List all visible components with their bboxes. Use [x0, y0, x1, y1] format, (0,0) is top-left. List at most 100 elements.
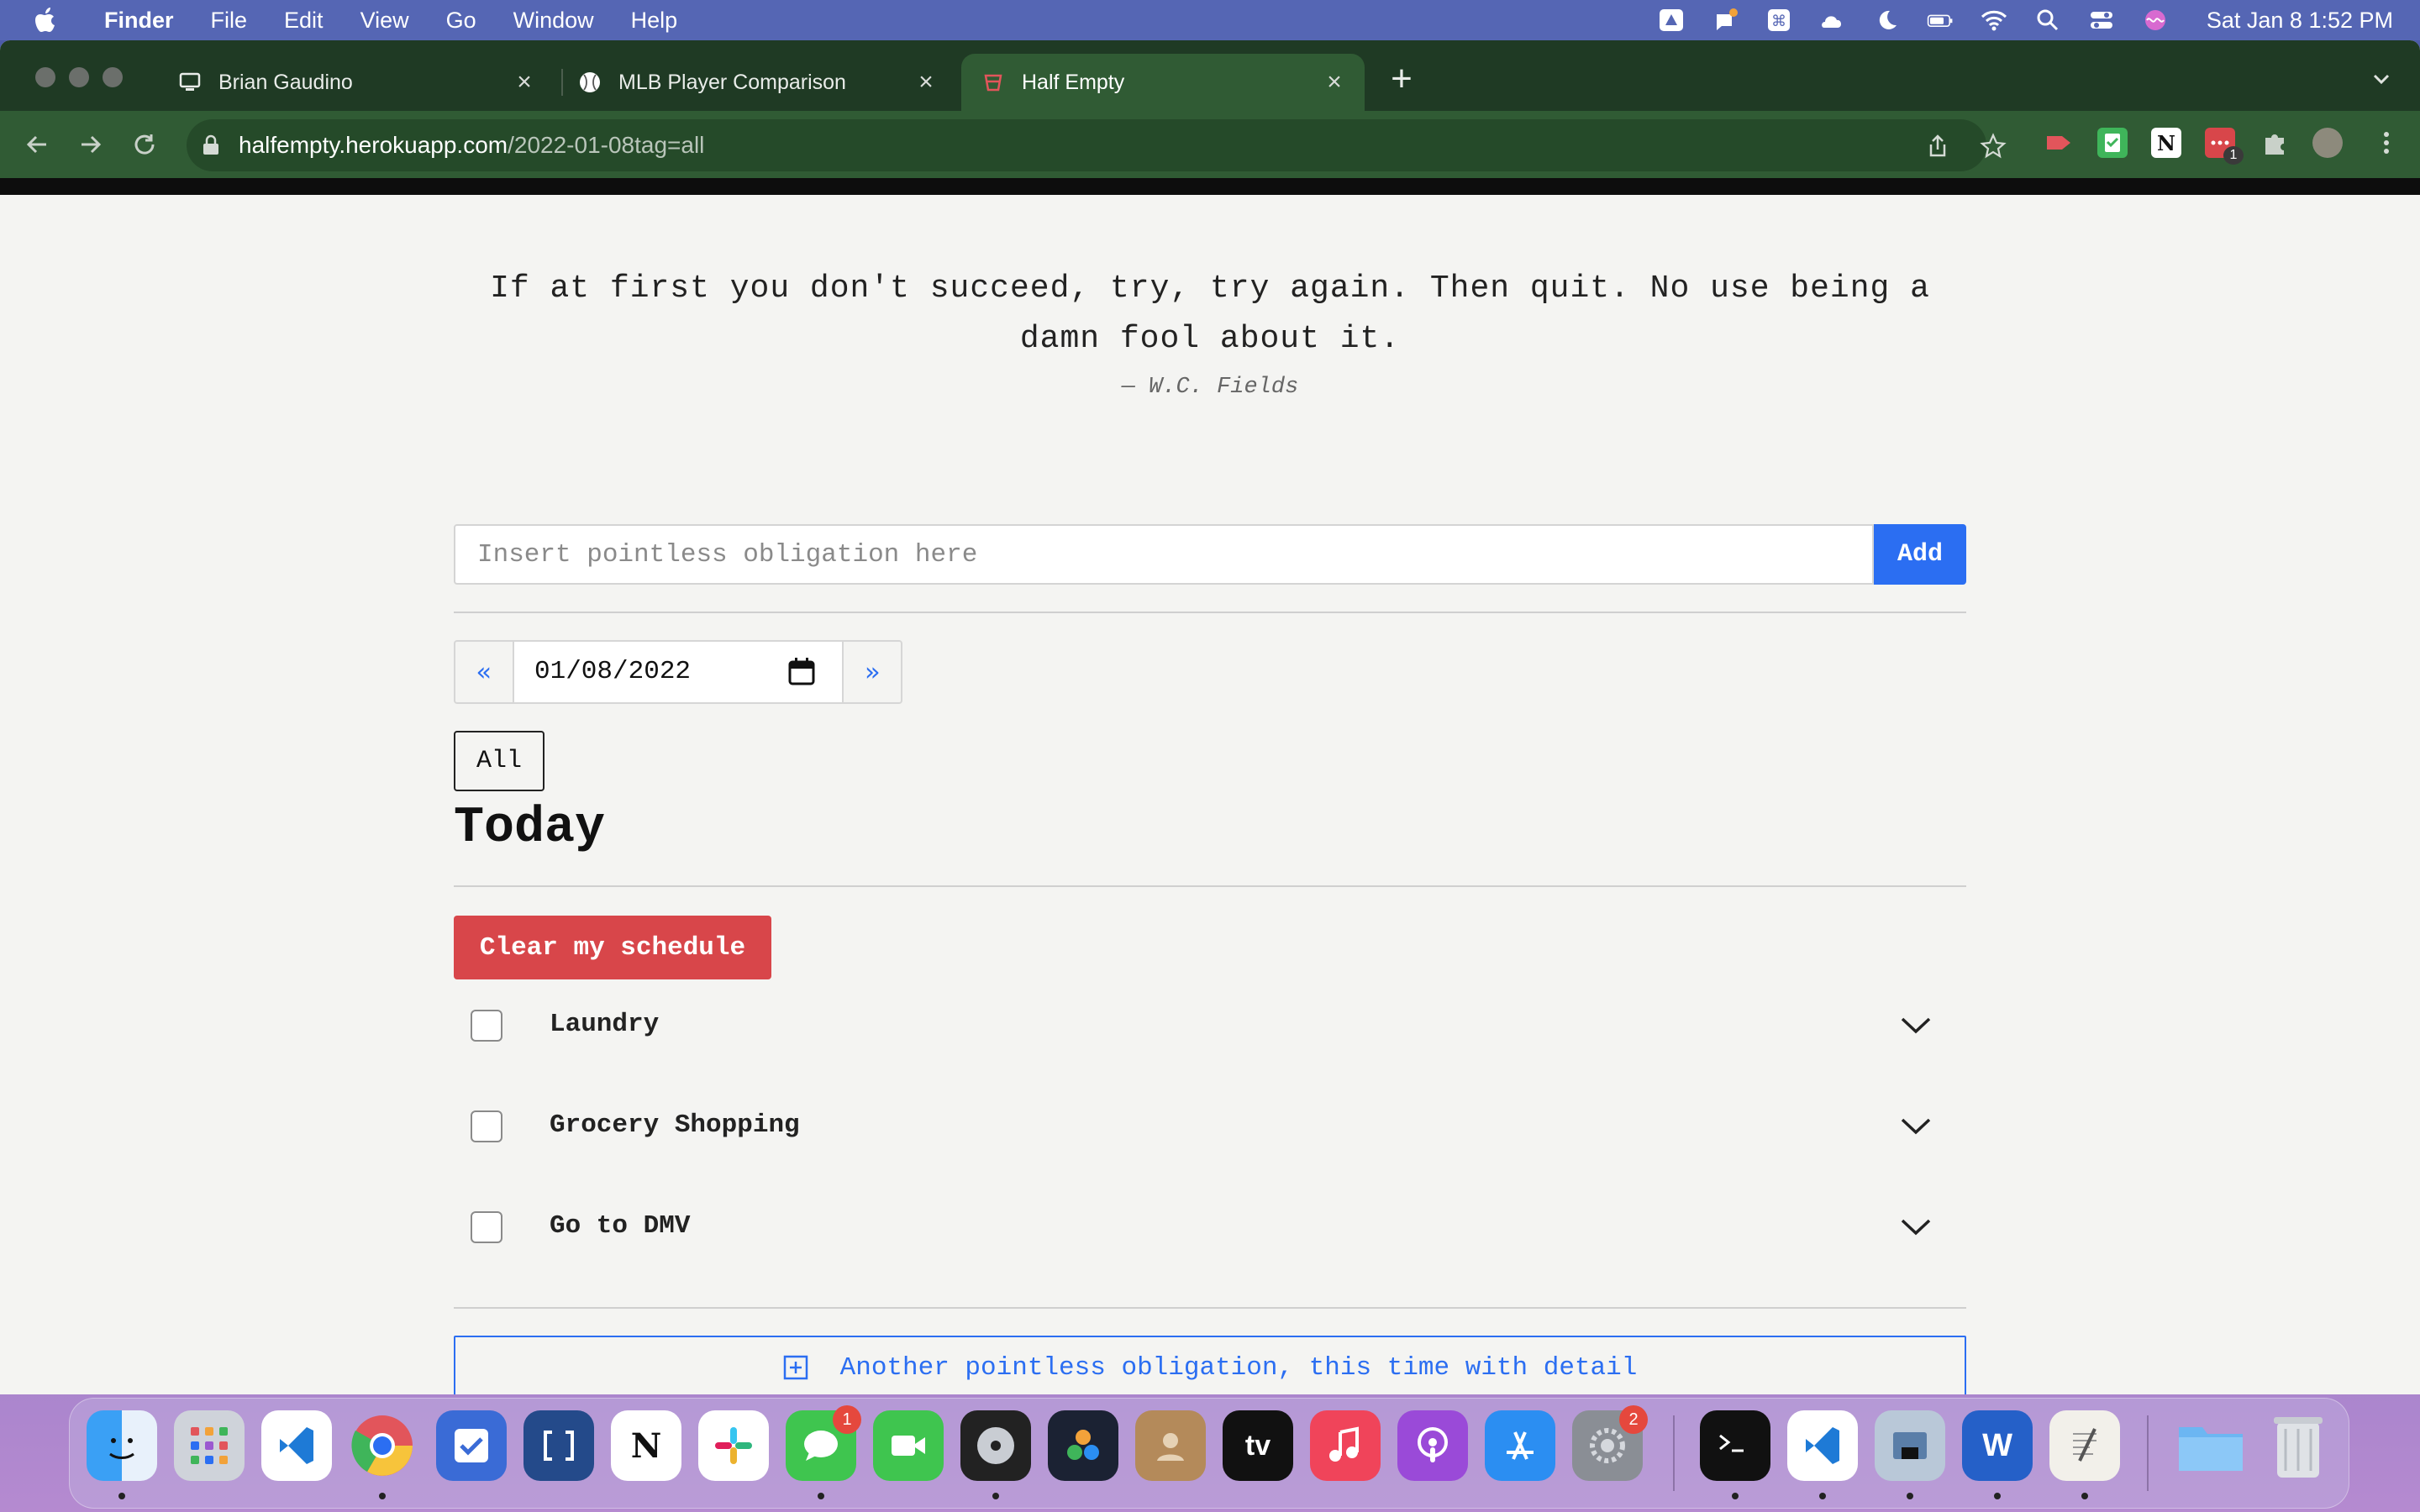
- facetime-icon[interactable]: [873, 1410, 944, 1481]
- chevron-down-icon[interactable]: [1899, 1112, 1933, 1139]
- menu-help[interactable]: Help: [631, 8, 678, 34]
- new-tab-button[interactable]: +: [1386, 60, 1417, 97]
- task-checkbox[interactable]: [471, 1110, 502, 1142]
- tab-title: MLB Player Comparison: [618, 70, 846, 94]
- menu-finder[interactable]: Finder: [104, 8, 174, 34]
- zoom-window-button[interactable]: [103, 67, 123, 87]
- tab-half-empty[interactable]: Half Empty ×: [961, 54, 1365, 111]
- trash-icon[interactable]: [2263, 1410, 2333, 1481]
- tab-mlb-player-comparison[interactable]: MLB Player Comparison ×: [561, 54, 956, 111]
- close-tab-icon[interactable]: ×: [1323, 70, 1346, 95]
- cloud-icon[interactable]: [1818, 8, 1847, 33]
- battery-icon[interactable]: [1926, 8, 1954, 33]
- word-icon[interactable]: W: [1962, 1410, 2033, 1481]
- vscode-window-icon[interactable]: [1787, 1410, 1858, 1481]
- reload-icon[interactable]: [128, 128, 161, 161]
- previous-day-button[interactable]: «: [455, 642, 513, 702]
- contacts-icon[interactable]: [1135, 1410, 1206, 1481]
- tab-search-chevron-icon[interactable]: [2368, 66, 2395, 92]
- slack-icon[interactable]: [698, 1410, 769, 1481]
- system-preferences-icon[interactable]: 2: [1572, 1405, 1648, 1481]
- running-indicator: [992, 1493, 999, 1499]
- tab-brian-gaudino[interactable]: Brian Gaudino ×: [160, 54, 555, 111]
- date-input[interactable]: 01/08/2022: [513, 642, 844, 702]
- command-icon[interactable]: ⌘: [1765, 8, 1793, 33]
- video-extension-icon[interactable]: [2044, 128, 2074, 158]
- drive-icon[interactable]: [1657, 8, 1686, 33]
- extensions-puzzle-icon[interactable]: [2260, 128, 2291, 158]
- tasks-app-icon[interactable]: [436, 1410, 507, 1481]
- task-label[interactable]: Go to DMV: [550, 1211, 690, 1241]
- chevron-down-icon[interactable]: [1899, 1213, 1933, 1240]
- screen-capture-icon[interactable]: [523, 1410, 594, 1481]
- todo-extension-icon[interactable]: 1: [2205, 128, 2244, 165]
- browser-toolbar: halfempty.herokuapp.com/2022-01-08tag=al…: [0, 111, 2420, 178]
- extension-badge: 1: [2223, 146, 2244, 165]
- calendar-icon[interactable]: [788, 657, 815, 685]
- chevron-down-icon[interactable]: [1899, 1011, 1933, 1038]
- add-detailed-task-button[interactable]: Another pointless obligation, this time …: [454, 1336, 1966, 1394]
- task-input[interactable]: [454, 524, 1874, 585]
- next-day-button[interactable]: »: [844, 642, 901, 702]
- menu-bar: Finder File Edit View Go Window Help ⌘ S…: [0, 0, 2420, 40]
- running-indicator: [1907, 1493, 1913, 1499]
- messages-icon[interactable]: 1: [786, 1405, 861, 1481]
- close-tab-icon[interactable]: ×: [914, 70, 938, 95]
- apple-menu-icon[interactable]: [34, 7, 59, 34]
- menu-window[interactable]: Window: [513, 8, 594, 34]
- siri-icon[interactable]: [2141, 8, 2170, 33]
- app-store-icon[interactable]: [1485, 1410, 1555, 1481]
- notification-icon[interactable]: [1711, 8, 1739, 33]
- task-label[interactable]: Laundry: [550, 1010, 659, 1039]
- close-window-button[interactable]: [35, 67, 55, 87]
- minimize-window-button[interactable]: [69, 67, 89, 87]
- url-host: halfempty.herokuapp.com: [239, 132, 508, 158]
- chrome-icon[interactable]: [347, 1410, 418, 1481]
- list-item: Laundry: [454, 993, 1966, 1060]
- url-text: halfempty.herokuapp.com/2022-01-08tag=al…: [239, 132, 704, 159]
- tag-filter-all[interactable]: All: [454, 731, 544, 791]
- add-button[interactable]: Add: [1874, 524, 1966, 585]
- notion-icon[interactable]: N: [611, 1410, 681, 1481]
- menu-view[interactable]: View: [360, 8, 409, 34]
- dvd-player-icon[interactable]: [960, 1410, 1031, 1481]
- kebab-menu-icon[interactable]: [2371, 128, 2402, 158]
- launchpad-icon[interactable]: [174, 1410, 245, 1481]
- save-extension-icon[interactable]: [2097, 128, 2128, 158]
- monitor-icon: [178, 71, 202, 94]
- wifi-icon[interactable]: [1980, 8, 2008, 33]
- menu-clock[interactable]: Sat Jan 8 1:52 PM: [2207, 8, 2393, 34]
- address-bar[interactable]: halfempty.herokuapp.com/2022-01-08tag=al…: [187, 119, 1986, 171]
- terminal-icon[interactable]: [1700, 1410, 1770, 1481]
- task-label[interactable]: Grocery Shopping: [550, 1110, 800, 1140]
- davinci-resolve-icon[interactable]: [1048, 1410, 1118, 1481]
- bookmark-star-icon[interactable]: [1980, 133, 2007, 160]
- apple-tv-icon[interactable]: tv: [1223, 1410, 1293, 1481]
- task-checkbox[interactable]: [471, 1010, 502, 1042]
- moon-icon[interactable]: [1872, 8, 1901, 33]
- divider: [454, 612, 1966, 613]
- menu-file[interactable]: File: [211, 8, 248, 34]
- folder-icon[interactable]: [2175, 1410, 2246, 1481]
- menu-edit[interactable]: Edit: [284, 8, 324, 34]
- menu-go[interactable]: Go: [446, 8, 476, 34]
- share-icon[interactable]: [1924, 133, 1951, 160]
- textedit-icon[interactable]: [2049, 1410, 2120, 1481]
- vscode-icon[interactable]: [261, 1410, 332, 1481]
- spotlight-search-icon[interactable]: [2033, 8, 2062, 33]
- dock: N 1 tv 2 W: [69, 1398, 2349, 1509]
- podcasts-icon[interactable]: [1397, 1410, 1468, 1481]
- forward-arrow-icon[interactable]: [74, 128, 108, 161]
- music-icon[interactable]: [1310, 1410, 1381, 1481]
- profile-avatar[interactable]: [2312, 128, 2343, 158]
- quote-author: — W.C. Fields: [1121, 375, 1299, 400]
- task-checkbox[interactable]: [471, 1211, 502, 1243]
- control-center-icon[interactable]: [2087, 8, 2116, 33]
- finder-icon[interactable]: [87, 1410, 157, 1481]
- clear-schedule-button[interactable]: Clear my schedule: [454, 916, 771, 979]
- close-tab-icon[interactable]: ×: [513, 70, 536, 95]
- page-header-strip: [0, 178, 2420, 195]
- back-arrow-icon[interactable]: [20, 128, 54, 161]
- notion-extension-icon[interactable]: N: [2151, 128, 2181, 158]
- preview-icon[interactable]: [1875, 1410, 1945, 1481]
